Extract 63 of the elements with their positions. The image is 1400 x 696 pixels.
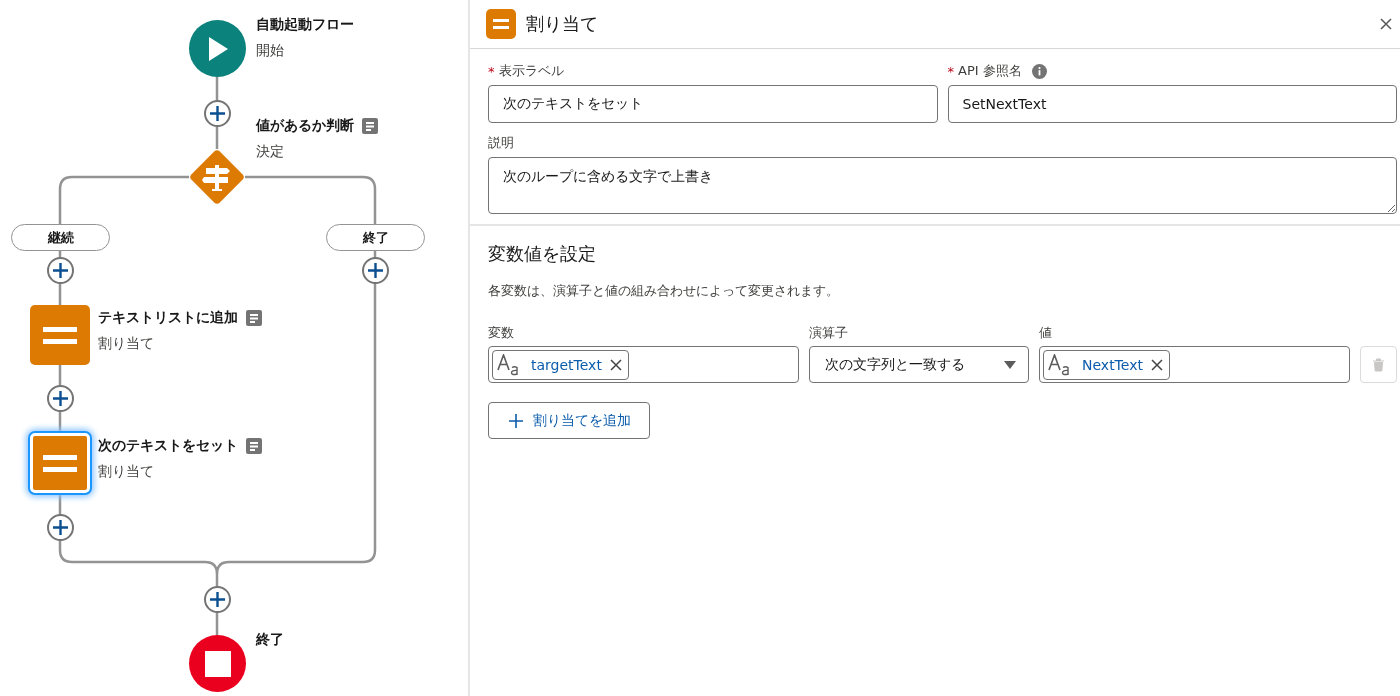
variable-field[interactable]: targetText — [488, 346, 799, 383]
add-element-button[interactable] — [46, 384, 74, 412]
close-icon — [1380, 18, 1392, 30]
node-type: 割り当て — [98, 335, 155, 353]
stop-icon — [204, 650, 231, 677]
caret-icon — [1004, 360, 1016, 369]
operator-dropdown[interactable]: 次の文字列と一致する — [809, 346, 1029, 383]
description-field[interactable]: 次のループに含める文字で上書き — [488, 157, 1397, 214]
field-label: API 参照名 — [958, 62, 1022, 80]
close-button[interactable] — [1378, 16, 1394, 32]
required-marker: * — [947, 63, 954, 79]
play-icon — [206, 35, 229, 62]
column-header: 変数 — [488, 324, 515, 342]
node-title: 値があるか判断 — [256, 117, 354, 135]
node-type: 開始 — [256, 42, 285, 60]
column-header: 演算子 — [809, 324, 849, 342]
branch-label[interactable]: 終了 — [326, 224, 425, 251]
section-description: 各変数は、演算子と値の組み合わせによって変更されます。 — [488, 282, 840, 300]
equals-icon — [43, 454, 77, 472]
plus-icon — [51, 518, 69, 536]
remove-icon[interactable] — [1150, 358, 1163, 371]
section-title: 変数値を設定 — [488, 242, 597, 266]
text-input-field[interactable]: 次のテキストをセット — [488, 85, 938, 123]
branch-label[interactable]: 継続 — [11, 224, 110, 251]
add-element-button[interactable] — [203, 99, 231, 127]
assignment-icon — [486, 9, 516, 39]
node-title: 次のテキストをセット — [98, 437, 238, 455]
field-label: 説明 — [488, 134, 514, 152]
node-title: 終了 — [256, 631, 284, 649]
plus-icon — [51, 261, 69, 279]
remove-icon[interactable] — [609, 358, 622, 371]
column-header: 値 — [1039, 324, 1053, 342]
node-title: テキストリストに追加 — [98, 309, 238, 327]
node-title: 自動起動フロー — [256, 16, 354, 34]
description-icon — [246, 438, 262, 454]
trash-icon — [1372, 357, 1385, 372]
node-type: 割り当て — [98, 463, 155, 481]
equals-icon — [43, 326, 77, 344]
end-node[interactable] — [189, 635, 246, 692]
node-type: 決定 — [256, 143, 285, 161]
plus-icon — [366, 261, 384, 279]
start-node[interactable] — [189, 20, 246, 77]
plus-icon — [208, 104, 226, 122]
assignment-node[interactable] — [30, 433, 90, 493]
required-marker: * — [488, 63, 495, 79]
panel-title: 割り当て — [526, 12, 599, 36]
add-element-button[interactable] — [361, 256, 389, 284]
add-element-button[interactable] — [203, 585, 231, 613]
assignment-node[interactable] — [30, 305, 90, 365]
add-element-button[interactable] — [46, 513, 74, 541]
add-element-button[interactable] — [46, 256, 74, 284]
add-assignment-button[interactable]: 割り当てを追加 — [488, 402, 650, 439]
value-field[interactable]: NextText — [1039, 346, 1350, 383]
field-label: 表示ラベル — [498, 62, 564, 80]
resource-pill[interactable]: targetText — [492, 349, 629, 380]
plus-icon — [51, 389, 69, 407]
info-icon[interactable] — [1031, 63, 1047, 79]
plus-icon — [509, 413, 523, 428]
plus-icon — [208, 590, 226, 608]
resource-pill[interactable]: NextText — [1043, 349, 1170, 380]
description-icon — [362, 118, 378, 134]
text-input-field[interactable]: SetNextText — [947, 85, 1397, 123]
description-icon — [246, 310, 262, 326]
